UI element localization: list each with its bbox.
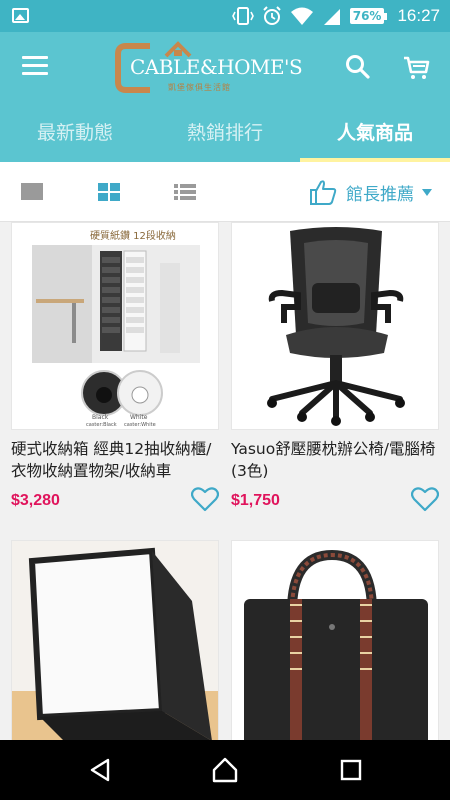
image-label: White xyxy=(130,414,148,421)
tote-bag-image xyxy=(232,541,438,740)
tab-latest[interactable]: 最新動態 xyxy=(0,100,150,162)
search-icon xyxy=(346,55,370,79)
system-nav-bar xyxy=(0,740,450,800)
recents-button[interactable] xyxy=(337,756,365,784)
back-icon xyxy=(90,758,110,782)
product-card[interactable] xyxy=(231,540,443,740)
sort-label: 館長推薦 xyxy=(346,184,414,205)
heart-icon xyxy=(190,487,220,512)
list-view-button[interactable] xyxy=(174,181,196,203)
single-view-button[interactable] xyxy=(21,181,43,203)
app-bar: CABLE&HOME'S 凱堡傢俱生活館 xyxy=(0,32,450,100)
sort-dropdown[interactable]: 館長推薦 xyxy=(308,174,432,210)
single-view-icon xyxy=(21,183,43,200)
product-price: $3,280 xyxy=(11,492,60,509)
view-toolbar: 館長推薦 xyxy=(0,162,450,222)
shopping-cart-icon xyxy=(404,56,430,79)
list-view-icon xyxy=(174,184,196,200)
home-icon xyxy=(212,757,238,783)
logo-text: CABLE&HOME'S xyxy=(130,55,303,79)
storage-cart-image: 硬質紙鑽 12段收納 Black caster:Black White cast… xyxy=(12,223,218,429)
signal-icon xyxy=(323,9,340,25)
grid-view-button[interactable] xyxy=(98,181,120,203)
cart-button[interactable] xyxy=(402,52,432,82)
image-caption: 硬質紙鑽 12段收納 xyxy=(90,229,176,242)
dropdown-caret-icon xyxy=(422,188,432,196)
battery-indicator: 76% xyxy=(349,8,388,24)
image-label: caster:White xyxy=(124,422,156,428)
clock: 16:27 xyxy=(397,6,440,25)
image-label: Black xyxy=(92,414,109,421)
vibrate-icon xyxy=(231,7,254,25)
thumbs-up-icon xyxy=(310,180,337,205)
product-title[interactable]: 硬式收納箱 經典12抽收納櫃/衣物收納置物架/收納車 xyxy=(11,438,223,482)
product-image[interactable]: 硬質紙鑽 12段收納 Black caster:Black White cast… xyxy=(11,222,219,430)
favorite-button[interactable] xyxy=(190,486,220,512)
alarm-icon xyxy=(263,6,281,25)
heart-icon xyxy=(410,487,440,512)
product-price: $1,750 xyxy=(231,492,280,509)
product-grid: 硬質紙鑽 12段收納 Black caster:Black White cast… xyxy=(0,222,450,740)
product-card[interactable]: 硬質紙鑽 12段收納 Black caster:Black White cast… xyxy=(11,222,223,522)
menu-button[interactable] xyxy=(22,56,48,76)
product-card[interactable] xyxy=(11,540,223,740)
office-chair-image xyxy=(232,223,438,429)
logo-subtitle: 凱堡傢俱生活館 xyxy=(168,83,231,92)
category-tabs: 最新動態 熱銷排行 人氣商品 xyxy=(0,100,450,162)
tab-popular[interactable]: 人氣商品 xyxy=(300,100,450,162)
product-title[interactable]: Yasuo舒壓腰枕辦公椅/電腦椅(3色) xyxy=(231,438,443,482)
search-button[interactable] xyxy=(343,52,373,82)
tab-best-sellers[interactable]: 熱銷排行 xyxy=(150,100,300,162)
product-image[interactable] xyxy=(231,540,439,740)
home-button[interactable] xyxy=(211,756,239,784)
brand-logo[interactable]: CABLE&HOME'S 凱堡傢俱生活館 xyxy=(110,38,303,96)
folding-mirror-image xyxy=(12,541,218,740)
wifi-icon xyxy=(290,7,313,25)
back-button[interactable] xyxy=(86,756,114,784)
favorite-button[interactable] xyxy=(410,486,440,512)
grid-view-icon xyxy=(98,183,120,201)
product-image[interactable] xyxy=(11,540,219,740)
image-label: caster:Black xyxy=(86,422,117,428)
recents-icon xyxy=(340,759,362,781)
product-image[interactable] xyxy=(231,222,439,430)
product-card[interactable]: Yasuo舒壓腰枕辦公椅/電腦椅(3色) $1,750 xyxy=(231,222,443,522)
battery-level: 76% xyxy=(349,8,385,24)
gallery-notification-icon xyxy=(12,8,29,23)
status-bar: 76% 16:27 xyxy=(0,0,450,32)
